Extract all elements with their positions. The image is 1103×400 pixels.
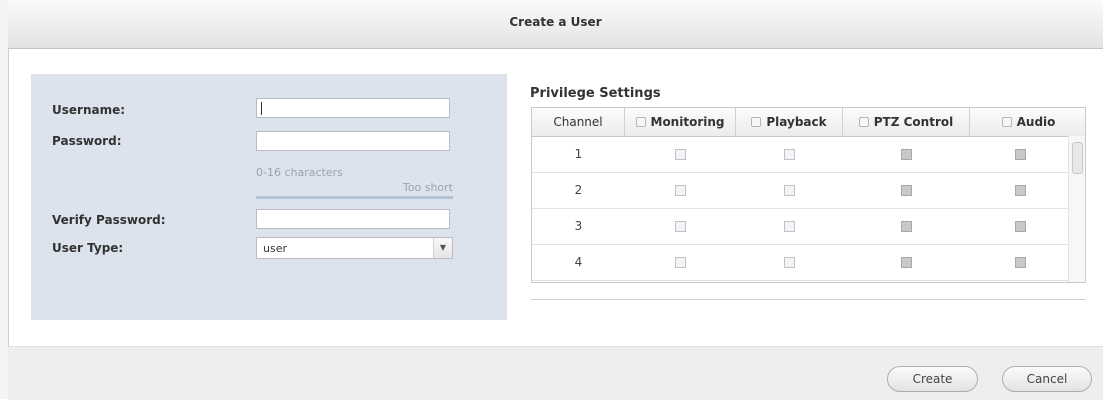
channel-number: 2 xyxy=(574,183,583,197)
column-ptz-control[interactable]: PTZ Control xyxy=(843,108,970,136)
scrollbar-thumb[interactable] xyxy=(1072,142,1083,174)
user-type-select[interactable]: user ▼ xyxy=(256,237,453,259)
dialog-titlebar: Create a User xyxy=(8,0,1103,49)
channel-number: 1 xyxy=(574,147,583,161)
password-label: Password: xyxy=(52,134,122,148)
privilege-settings-title: Privilege Settings xyxy=(530,86,661,101)
ptz-select-all-checkbox[interactable] xyxy=(858,117,869,127)
monitoring-checkbox[interactable] xyxy=(675,149,686,160)
dialog-title: Create a User xyxy=(509,15,602,29)
ptz-control-checkbox[interactable] xyxy=(901,221,912,232)
monitoring-checkbox[interactable] xyxy=(675,257,686,268)
password-hint: 0-16 characters xyxy=(256,166,343,179)
column-playback-label: Playback xyxy=(766,115,827,129)
table-row: 1 xyxy=(532,137,1070,173)
user-type-value: user xyxy=(263,242,287,255)
audio-checkbox[interactable] xyxy=(1014,149,1026,160)
cancel-button[interactable]: Cancel xyxy=(1002,366,1092,392)
chevron-down-icon[interactable]: ▼ xyxy=(433,238,452,258)
monitoring-checkbox[interactable] xyxy=(675,221,686,232)
audio-checkbox[interactable] xyxy=(1014,221,1026,232)
privilege-table: Channel Monitoring Playback PTZ Control … xyxy=(531,107,1086,283)
monitoring-select-all-checkbox[interactable] xyxy=(635,117,646,127)
divider xyxy=(531,299,1086,300)
playback-select-all-checkbox[interactable] xyxy=(751,117,762,127)
table-row: 3 xyxy=(532,209,1070,245)
username-input[interactable] xyxy=(256,98,450,118)
audio-select-all-checkbox[interactable] xyxy=(1001,117,1012,127)
column-ptz-control-label: PTZ Control xyxy=(873,115,954,129)
password-strength-bar xyxy=(256,196,453,199)
verify-password-label: Verify Password: xyxy=(52,213,166,227)
playback-checkbox[interactable] xyxy=(784,149,795,160)
channel-number: 4 xyxy=(574,255,583,269)
ptz-control-checkbox[interactable] xyxy=(901,149,912,160)
column-monitoring[interactable]: Monitoring xyxy=(625,108,736,136)
playback-checkbox[interactable] xyxy=(784,221,795,232)
audio-checkbox[interactable] xyxy=(1014,257,1026,268)
user-type-label: User Type: xyxy=(52,241,124,255)
username-label: Username: xyxy=(52,103,126,117)
text-caret xyxy=(261,102,262,115)
user-form-panel: Username: Password: 0-16 characters Too … xyxy=(31,74,507,320)
audio-checkbox[interactable] xyxy=(1014,185,1026,196)
column-monitoring-label: Monitoring xyxy=(650,115,725,129)
dialog-footer: Create Cancel xyxy=(8,346,1103,400)
monitoring-checkbox[interactable] xyxy=(675,185,686,196)
password-strength-text: Too short xyxy=(402,181,453,194)
playback-checkbox[interactable] xyxy=(784,257,795,268)
column-audio[interactable]: Audio xyxy=(970,108,1085,136)
table-row: 2 xyxy=(532,173,1070,209)
column-channel-label: Channel xyxy=(553,115,603,129)
column-playback[interactable]: Playback xyxy=(736,108,843,136)
ptz-control-checkbox[interactable] xyxy=(901,257,912,268)
column-channel: Channel xyxy=(532,108,625,136)
ptz-control-checkbox[interactable] xyxy=(901,185,912,196)
column-audio-label: Audio xyxy=(1016,115,1056,129)
playback-checkbox[interactable] xyxy=(784,185,795,196)
window-edge xyxy=(0,0,9,399)
create-button[interactable]: Create xyxy=(887,366,978,392)
verify-password-input[interactable] xyxy=(256,209,450,229)
table-row: 4 xyxy=(532,245,1070,281)
password-input[interactable] xyxy=(256,131,450,151)
vertical-scrollbar[interactable] xyxy=(1068,136,1085,282)
privilege-table-header: Channel Monitoring Playback PTZ Control … xyxy=(532,108,1085,137)
channel-number: 3 xyxy=(574,219,583,233)
